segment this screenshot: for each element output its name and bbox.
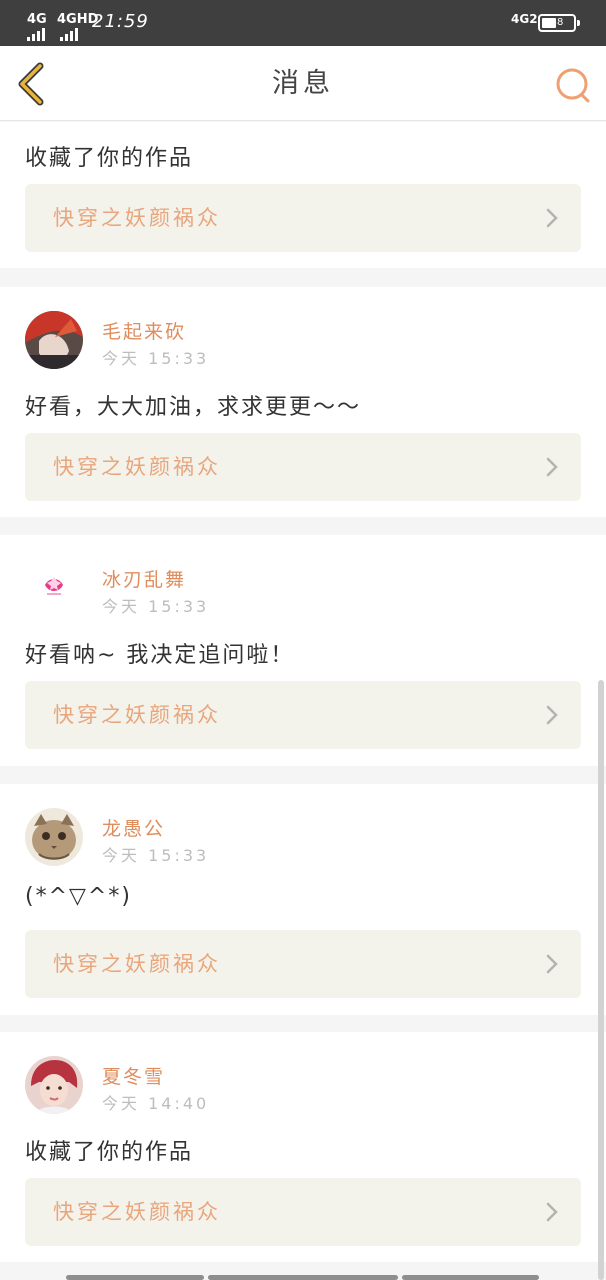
network-indicator-1: 4G [27, 12, 47, 27]
timestamp: 今天 15:33 [102, 349, 210, 368]
work-link[interactable]: 快穿之妖颜祸众 [25, 433, 581, 501]
avatar[interactable] [25, 559, 83, 617]
work-link[interactable]: 快穿之妖颜祸众 [25, 1178, 581, 1246]
work-link[interactable]: 快穿之妖颜祸众 [25, 681, 581, 749]
signal-icon-1 [27, 28, 45, 41]
nav-bar: 消息 [0, 46, 606, 121]
network-indicator-right: 4G2 [511, 12, 538, 26]
chevron-right-icon [546, 208, 558, 228]
message-text: 好看呐~ 我决定追问啦！ [25, 643, 295, 668]
timestamp: 今天 15:33 [102, 597, 210, 616]
chevron-right-icon [546, 457, 558, 477]
message-card: 冰刃乱舞 今天 15:33 好看呐~ 我决定追问啦！ 快穿之妖颜祸众 [0, 535, 606, 766]
username[interactable]: 冰刃乱舞 [102, 565, 186, 592]
message-card: 夏冬雪 今天 14:40 收藏了你的作品 快穿之妖颜祸众 [0, 1032, 606, 1262]
gesture-bar-left [66, 1275, 204, 1280]
gesture-bar-center [208, 1275, 398, 1280]
status-bar: 4G 4GHD 21:59 4G2 38 [0, 0, 606, 46]
work-title: 快穿之妖颜祸众 [53, 952, 221, 976]
message-card: 毛起来砍 今天 15:33 好看，大大加油，求求更更～～ 快穿之妖颜祸众 [0, 287, 606, 517]
work-title: 快穿之妖颜祸众 [53, 1200, 221, 1224]
chevron-right-icon [546, 705, 558, 725]
work-title: 快穿之妖颜祸众 [53, 703, 221, 727]
gesture-bar-right [402, 1275, 539, 1280]
search-icon[interactable] [554, 66, 592, 104]
username[interactable]: 龙愚公 [102, 814, 165, 841]
chevron-right-icon [546, 954, 558, 974]
timestamp: 今天 14:40 [102, 1094, 210, 1113]
work-title: 快穿之妖颜祸众 [53, 206, 221, 230]
username[interactable]: 毛起来砍 [102, 317, 186, 344]
battery-level: 38 [550, 17, 564, 28]
message-card: 龙愚公 今天 15:33 (*^▽^*) 快穿之妖颜祸众 [0, 784, 606, 1015]
message-text: 收藏了你的作品 [25, 146, 194, 171]
battery-icon: 38 [538, 14, 580, 32]
message-card: 收藏了你的作品 快穿之妖颜祸众 [0, 122, 606, 268]
signal-icon-2 [60, 28, 78, 41]
avatar[interactable] [25, 311, 83, 369]
work-link[interactable]: 快穿之妖颜祸众 [25, 184, 581, 252]
work-link[interactable]: 快穿之妖颜祸众 [25, 930, 581, 998]
page-title: 消息 [272, 68, 334, 99]
timestamp: 今天 15:33 [102, 846, 210, 865]
message-text: 收藏了你的作品 [25, 1140, 194, 1165]
clock: 21:59 [92, 11, 149, 32]
avatar[interactable] [25, 1056, 83, 1114]
message-text: (*^▽^*) [25, 884, 132, 909]
chevron-right-icon [546, 1202, 558, 1222]
work-title: 快穿之妖颜祸众 [53, 455, 221, 479]
message-text: 好看，大大加油，求求更更～～ [25, 395, 362, 420]
username[interactable]: 夏冬雪 [102, 1062, 165, 1089]
scrollbar[interactable] [598, 680, 604, 1280]
avatar[interactable] [25, 808, 83, 866]
